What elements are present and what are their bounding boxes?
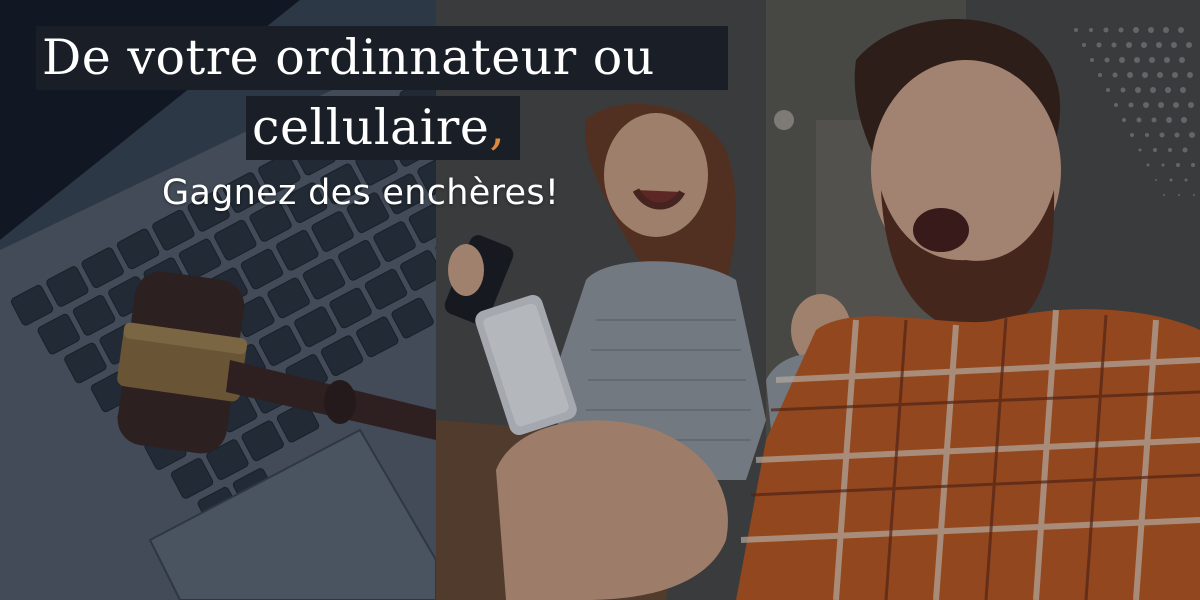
laptop-gavel-illustration	[0, 0, 436, 600]
headline-subline: Gagnez des enchères!	[162, 173, 560, 213]
headline-comma: ,	[489, 99, 506, 156]
headline-line-2: cellulaire,	[246, 96, 520, 160]
headline-line-2-text: cellulaire	[252, 99, 490, 156]
promo-banner: De votre ordinnateur ou cellulaire, Gagn…	[0, 0, 1200, 600]
laptop-gavel-photo	[0, 0, 436, 600]
headline-line-1: De votre ordinnateur ou	[36, 26, 728, 90]
excited-couple-photo	[436, 0, 1200, 600]
couple-illustration	[436, 0, 1200, 600]
